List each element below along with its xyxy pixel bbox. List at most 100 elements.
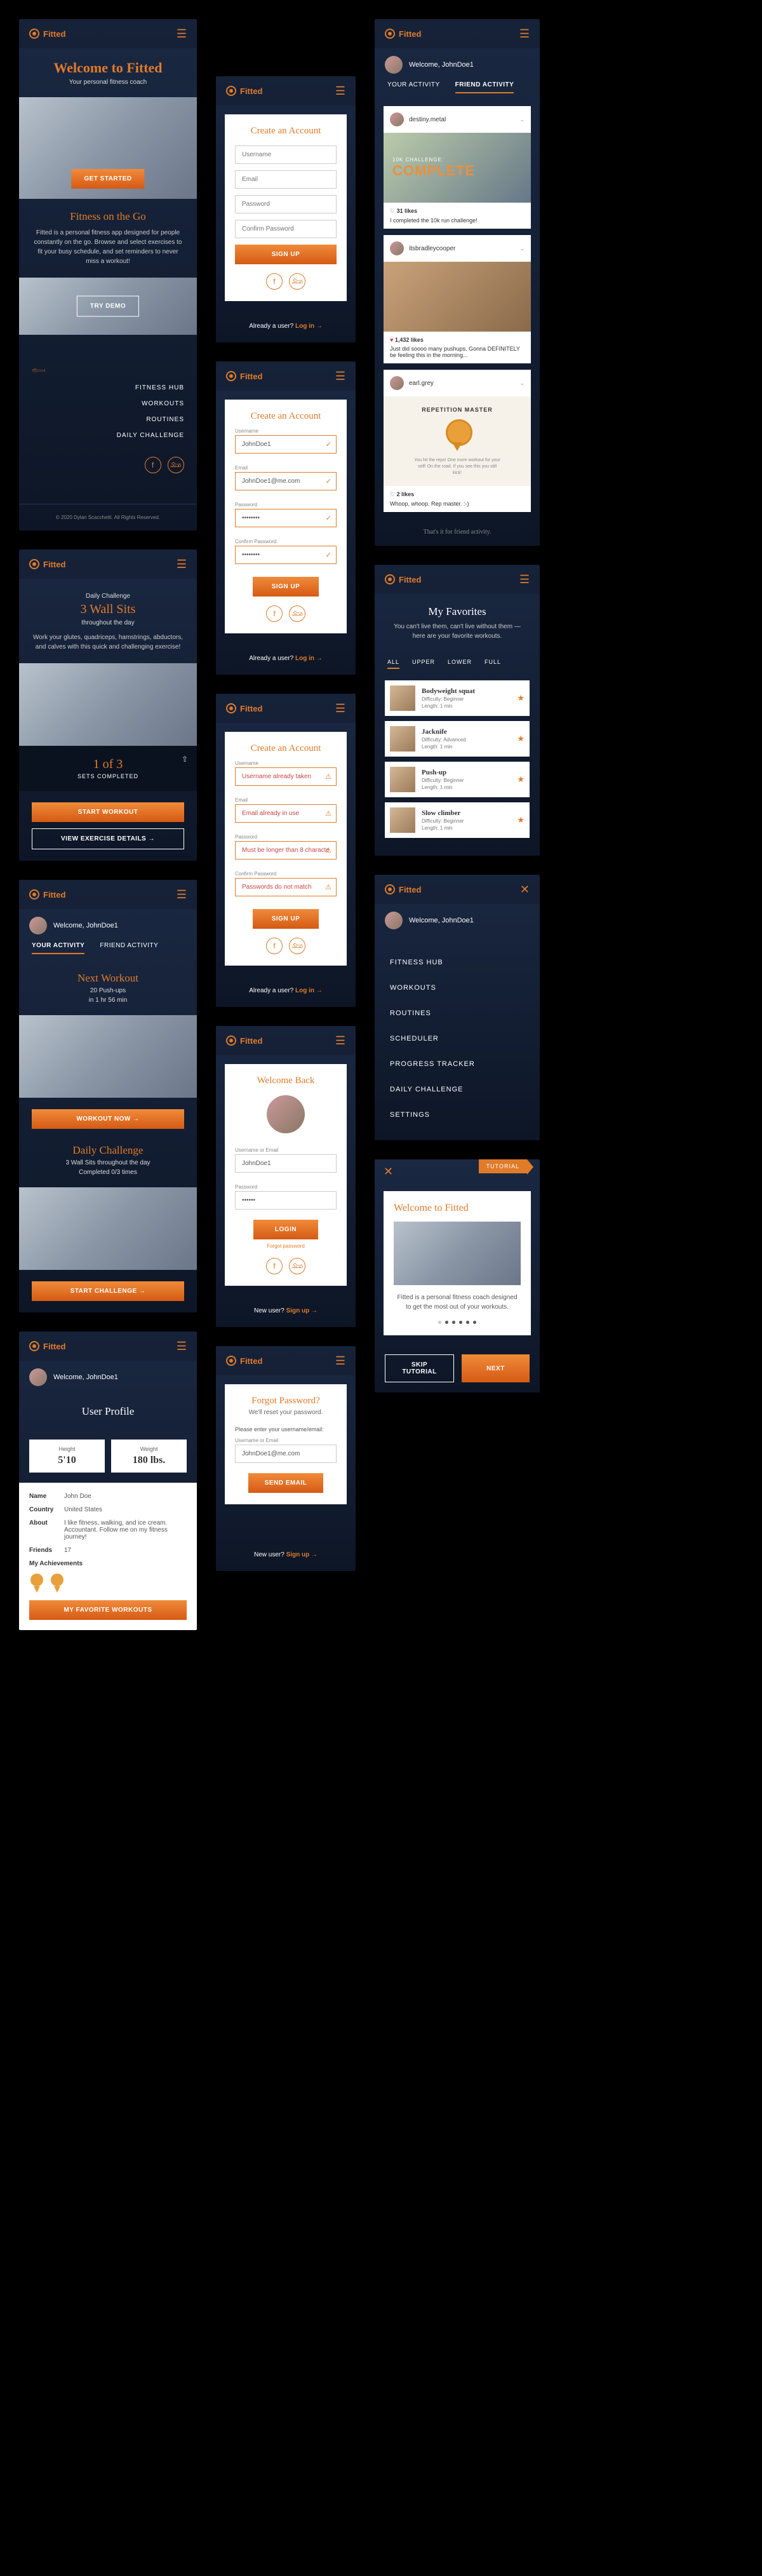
twitter-icon[interactable]: 𐦐: [289, 1258, 305, 1274]
try-demo-button[interactable]: TRY DEMO: [77, 296, 139, 317]
footer-link[interactable]: FITNESS HUB: [32, 384, 184, 391]
avatar[interactable]: [385, 56, 403, 74]
email-input[interactable]: [235, 804, 337, 823]
hamburger-icon[interactable]: ☰: [335, 370, 345, 382]
password-input[interactable]: [235, 1191, 337, 1210]
feed-user[interactable]: earl.grey: [409, 380, 434, 387]
twitter-icon[interactable]: 𐦐: [289, 605, 305, 622]
logo[interactable]: Fitted: [226, 371, 262, 381]
signup-button[interactable]: SIGN UP: [253, 909, 319, 929]
signup-button[interactable]: SIGN UP: [235, 245, 337, 264]
send-email-button[interactable]: SEND EMAIL: [248, 1473, 324, 1493]
hamburger-icon[interactable]: ☰: [519, 28, 530, 39]
logo[interactable]: Fitted: [29, 889, 65, 900]
tab-friend-activity[interactable]: FRIEND ACTIVITY: [100, 942, 158, 954]
twitter-icon[interactable]: 𐦐: [168, 457, 184, 473]
chevron-down-icon[interactable]: ⌄: [519, 380, 525, 387]
username-input[interactable]: [235, 767, 337, 786]
username-input[interactable]: [235, 435, 337, 454]
close-icon[interactable]: ✕: [384, 1166, 393, 1177]
forgot-email-input[interactable]: [235, 1445, 337, 1463]
filter-full[interactable]: FULL: [485, 659, 501, 669]
start-challenge-button[interactable]: START CHALLENGE →: [32, 1281, 184, 1301]
skip-tutorial-button[interactable]: SKIP TUTORIAL: [385, 1354, 454, 1382]
star-icon[interactable]: ★: [517, 774, 525, 785]
logo[interactable]: Fitted: [226, 703, 262, 713]
logo[interactable]: Fitted: [29, 559, 65, 569]
hamburger-icon[interactable]: ☰: [177, 1340, 187, 1352]
star-icon[interactable]: ★: [517, 693, 525, 703]
signup-link[interactable]: Sign up →: [286, 1551, 318, 1558]
avatar[interactable]: [29, 917, 47, 934]
heart-icon[interactable]: ♥: [390, 337, 393, 343]
tab-friend-activity[interactable]: FRIEND ACTIVITY: [455, 81, 514, 93]
hamburger-icon[interactable]: ☰: [335, 85, 345, 97]
hamburger-icon[interactable]: ☰: [177, 28, 187, 39]
login-link[interactable]: Log in →: [295, 655, 323, 662]
twitter-icon[interactable]: 𐦐: [289, 273, 305, 290]
menu-item[interactable]: FITNESS HUB: [390, 950, 525, 975]
confirm-password-input[interactable]: [235, 546, 337, 564]
login-link[interactable]: Log in →: [295, 987, 323, 994]
star-icon[interactable]: ★: [517, 815, 525, 825]
logo[interactable]: Fitted: [29, 29, 65, 39]
logo[interactable]: Fitted: [226, 1035, 262, 1046]
menu-item[interactable]: DAILY CHALLENGE: [390, 1077, 525, 1102]
footer-link[interactable]: ROUTINES: [32, 416, 184, 423]
facebook-icon[interactable]: f: [266, 273, 283, 290]
hamburger-icon[interactable]: ☰: [335, 1035, 345, 1046]
forgot-link[interactable]: Forgot password: [235, 1243, 337, 1249]
hamburger-icon[interactable]: ☰: [335, 1355, 345, 1366]
pager-dot[interactable]: [466, 1321, 469, 1324]
avatar[interactable]: [390, 112, 404, 126]
signup-button[interactable]: SIGN UP: [253, 577, 319, 597]
feed-user[interactable]: itsbradleycooper: [409, 245, 455, 252]
menu-item[interactable]: ROUTINES: [390, 1001, 525, 1026]
chevron-down-icon[interactable]: ⌄: [519, 245, 525, 252]
hamburger-icon[interactable]: ☰: [177, 889, 187, 900]
tab-your-activity[interactable]: YOUR ACTIVITY: [32, 942, 84, 954]
tab-your-activity[interactable]: YOUR ACTIVITY: [387, 81, 440, 93]
pager-dot[interactable]: [452, 1321, 455, 1324]
fav-item[interactable]: JacknifeDifficulty: AdvancedLength: 1 mi…: [385, 721, 530, 757]
fav-item[interactable]: Push-upDifficulty: BeginnerLength: 1 min…: [385, 762, 530, 797]
menu-item[interactable]: SETTINGS: [390, 1102, 525, 1128]
pager-dot[interactable]: [473, 1321, 476, 1324]
facebook-icon[interactable]: f: [145, 457, 161, 473]
workout-now-button[interactable]: WORKOUT NOW →: [32, 1109, 184, 1129]
hamburger-icon[interactable]: ☰: [519, 574, 530, 585]
view-details-button[interactable]: VIEW EXERCISE DETAILS →: [32, 828, 184, 849]
menu-item[interactable]: WORKOUTS: [390, 975, 525, 1001]
pager-dot[interactable]: [445, 1321, 448, 1324]
confirm-password-input[interactable]: [235, 220, 337, 238]
facebook-icon[interactable]: f: [266, 938, 283, 954]
footer-link[interactable]: DAILY CHALLENGE: [32, 432, 184, 439]
logo[interactable]: Fitted: [385, 574, 421, 584]
logo[interactable]: Fitted: [385, 29, 421, 39]
hamburger-icon[interactable]: ☰: [335, 703, 345, 714]
login-button[interactable]: LOGIN: [253, 1220, 318, 1239]
facebook-icon[interactable]: f: [266, 1258, 283, 1274]
menu-item[interactable]: SCHEDULER: [390, 1026, 525, 1051]
menu-item[interactable]: PROGRESS TRACKER: [390, 1051, 525, 1077]
avatar[interactable]: [385, 912, 403, 929]
pager-dot[interactable]: [438, 1321, 441, 1324]
pager-dot[interactable]: [459, 1321, 462, 1324]
email-input[interactable]: [235, 170, 337, 189]
star-icon[interactable]: ★: [517, 734, 525, 744]
hamburger-icon[interactable]: ☰: [177, 558, 187, 570]
username-email-input[interactable]: [235, 1154, 337, 1173]
password-input[interactable]: [235, 841, 337, 860]
facebook-icon[interactable]: f: [266, 605, 283, 622]
logo[interactable]: Fitted: [226, 86, 262, 96]
login-link[interactable]: Log in →: [295, 323, 323, 330]
twitter-icon[interactable]: 𐦐: [289, 938, 305, 954]
get-started-button[interactable]: GET STARTED: [71, 169, 144, 189]
logo[interactable]: Fitted: [226, 1356, 262, 1366]
email-input[interactable]: [235, 472, 337, 490]
username-input[interactable]: [235, 145, 337, 164]
filter-upper[interactable]: UPPER: [412, 659, 435, 669]
avatar[interactable]: [29, 1368, 47, 1386]
password-input[interactable]: [235, 509, 337, 527]
next-button[interactable]: NEXT: [462, 1354, 530, 1382]
